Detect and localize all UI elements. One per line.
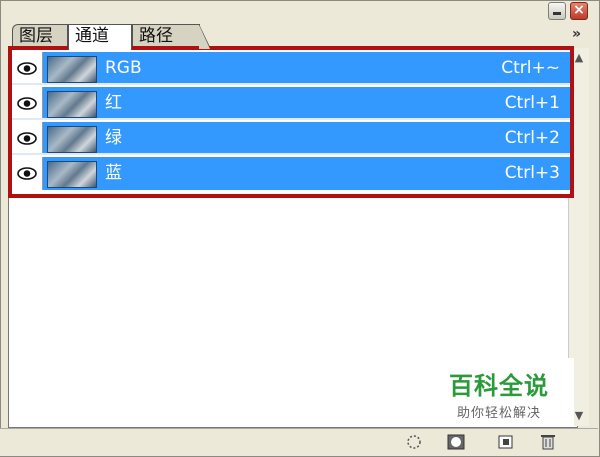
visibility-toggle[interactable] bbox=[12, 122, 43, 155]
eye-icon bbox=[17, 132, 37, 145]
visibility-toggle[interactable] bbox=[12, 157, 43, 190]
channel-row-blue[interactable]: 蓝 Ctrl+3 bbox=[12, 157, 570, 190]
close-button[interactable]: × bbox=[570, 2, 588, 20]
channel-shortcut: Ctrl+2 bbox=[504, 128, 560, 148]
visibility-toggle[interactable] bbox=[12, 52, 43, 85]
row-divider bbox=[12, 83, 570, 85]
channel-name: 红 bbox=[105, 93, 122, 113]
tab-paths[interactable]: 路径 bbox=[132, 24, 211, 49]
panel-footer bbox=[0, 428, 598, 456]
channel-list: RGB Ctrl+~ 红 Ctrl+1 绿 Ctrl+2 蓝 Ctrl+3 bbox=[8, 46, 574, 198]
channel-thumbnail bbox=[47, 91, 97, 118]
row-divider bbox=[12, 118, 570, 120]
new-channel-icon[interactable] bbox=[496, 433, 516, 451]
eye-icon bbox=[17, 97, 37, 110]
row-divider bbox=[12, 153, 570, 155]
tab-channels[interactable]: 通道 bbox=[68, 24, 132, 50]
watermark-title: 百科全说 bbox=[449, 372, 549, 400]
visibility-toggle[interactable] bbox=[12, 87, 43, 120]
channel-name: 绿 bbox=[105, 128, 122, 148]
minimize-button[interactable] bbox=[548, 2, 566, 20]
channel-shortcut: Ctrl+~ bbox=[501, 58, 560, 78]
save-selection-icon[interactable] bbox=[446, 433, 466, 451]
tab-layers[interactable]: 图层 bbox=[12, 24, 68, 48]
channel-row-red[interactable]: 红 Ctrl+1 bbox=[12, 87, 570, 120]
eye-icon bbox=[17, 167, 37, 180]
channel-thumbnail bbox=[47, 126, 97, 153]
channel-shortcut: Ctrl+3 bbox=[504, 163, 560, 183]
channel-row-green[interactable]: 绿 Ctrl+2 bbox=[12, 122, 570, 155]
channel-name: 蓝 bbox=[105, 163, 122, 183]
trash-icon[interactable] bbox=[538, 433, 558, 451]
load-selection-icon[interactable] bbox=[404, 433, 424, 451]
channel-shortcut: Ctrl+1 bbox=[504, 93, 560, 113]
eye-icon bbox=[17, 62, 37, 75]
panel-menu-icon[interactable]: » bbox=[572, 26, 581, 42]
channel-thumbnail bbox=[47, 161, 97, 188]
channel-thumbnail bbox=[47, 56, 97, 83]
watermark: 百科全说 助你轻松解决 bbox=[424, 358, 574, 426]
channel-name: RGB bbox=[105, 58, 142, 78]
channel-row-rgb[interactable]: RGB Ctrl+~ bbox=[12, 52, 570, 85]
watermark-subtitle: 助你轻松解决 bbox=[456, 406, 541, 421]
